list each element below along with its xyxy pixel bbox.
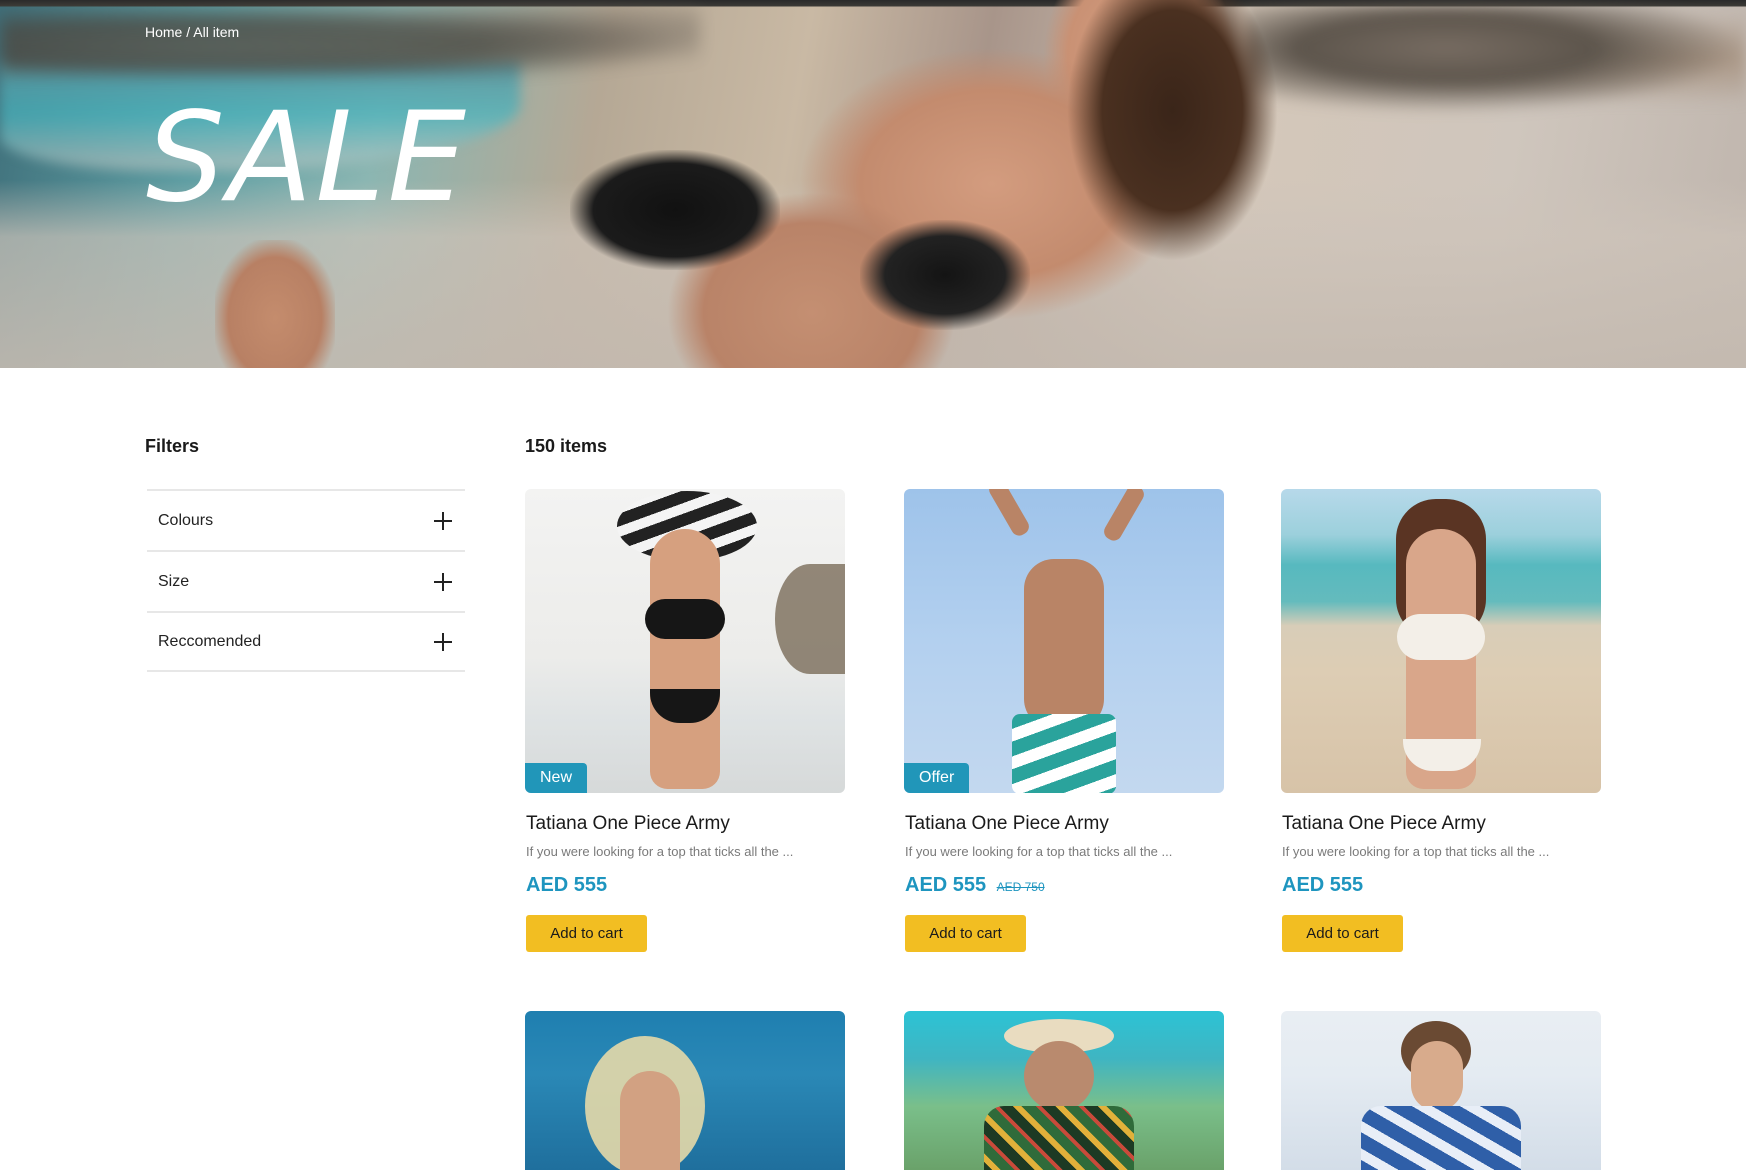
filter-label: Size xyxy=(158,572,190,590)
plus-icon[interactable] xyxy=(434,632,452,651)
hero-banner: Home / All item SALE xyxy=(0,0,1746,368)
new-badge: New xyxy=(525,763,588,793)
rock-shape xyxy=(775,564,845,674)
product-card[interactable] xyxy=(904,1011,1224,1170)
filter-label: Reccomended xyxy=(158,632,262,650)
product-card[interactable] xyxy=(525,1011,845,1170)
bikini-top-shape xyxy=(645,599,725,639)
filters-title: Filters xyxy=(145,436,200,456)
product-image[interactable] xyxy=(904,1011,1224,1170)
product-image[interactable]: Offer xyxy=(904,489,1224,793)
price-row: AED 555 AED 750 xyxy=(905,874,1045,897)
product-price: AED 555 xyxy=(1282,874,1364,896)
product-title[interactable]: Tatiana One Piece Army xyxy=(526,813,730,835)
product-card[interactable]: New Tatiana One Piece Army If you were l… xyxy=(525,489,845,952)
hero-bikini-top xyxy=(860,220,1030,330)
product-description: If you were looking for a top that ticks… xyxy=(905,844,1173,859)
product-title[interactable]: Tatiana One Piece Army xyxy=(905,813,1109,835)
arm-right-shape xyxy=(1101,489,1147,544)
filter-list: Colours Size Reccomended xyxy=(147,489,465,672)
product-image[interactable] xyxy=(1281,489,1601,793)
filter-colours[interactable]: Colours xyxy=(147,489,465,550)
product-price: AED 555 xyxy=(526,874,608,896)
filter-size[interactable]: Size xyxy=(147,550,465,611)
dress-shape xyxy=(1361,1106,1521,1170)
product-price: AED 555 xyxy=(905,874,987,896)
offer-badge: Offer xyxy=(904,763,970,793)
price-row: AED 555 xyxy=(1282,874,1363,897)
product-image[interactable]: New xyxy=(525,489,845,793)
filter-label: Colours xyxy=(158,511,214,529)
arm-left-shape xyxy=(986,489,1032,539)
product-old-price: AED 750 xyxy=(996,880,1045,894)
product-image[interactable] xyxy=(1281,1011,1601,1170)
hero-title: SALE xyxy=(146,86,469,230)
bikini-top-shape xyxy=(1397,614,1485,660)
product-title[interactable]: Tatiana One Piece Army xyxy=(1282,813,1486,835)
product-description: If you were looking for a top that ticks… xyxy=(526,844,794,859)
items-count: 150 items xyxy=(525,436,608,456)
page: Home / All item SALE Filters Colours Siz… xyxy=(0,0,1746,1170)
shirt-shape xyxy=(984,1106,1134,1170)
add-to-cart-button[interactable]: Add to cart xyxy=(905,915,1026,952)
swim-shorts-shape xyxy=(1012,714,1116,793)
hero-bikini-bottom xyxy=(570,150,780,270)
product-card[interactable]: Tatiana One Piece Army If you were looki… xyxy=(1281,489,1601,952)
product-card[interactable]: Offer Tatiana One Piece Army If you were… xyxy=(904,489,1224,952)
hero-foot xyxy=(215,240,335,368)
head-shape xyxy=(1024,1041,1094,1111)
product-card[interactable] xyxy=(1281,1011,1601,1170)
plus-icon[interactable] xyxy=(434,572,452,591)
product-description: If you were looking for a top that ticks… xyxy=(1282,844,1550,859)
price-row: AED 555 xyxy=(526,874,607,897)
model-body-shape xyxy=(650,529,720,789)
filter-recommended[interactable]: Reccomended xyxy=(147,611,465,672)
model-body-shape xyxy=(1024,559,1104,729)
hero-rocks-right xyxy=(1246,4,1746,114)
plus-icon[interactable] xyxy=(434,511,452,530)
add-to-cart-button[interactable]: Add to cart xyxy=(526,915,647,952)
product-image[interactable] xyxy=(525,1011,845,1170)
breadcrumb[interactable]: Home / All item xyxy=(145,24,239,40)
model-body-shape xyxy=(620,1071,680,1170)
add-to-cart-button[interactable]: Add to cart xyxy=(1282,915,1403,952)
model-body-shape xyxy=(1411,1041,1463,1111)
